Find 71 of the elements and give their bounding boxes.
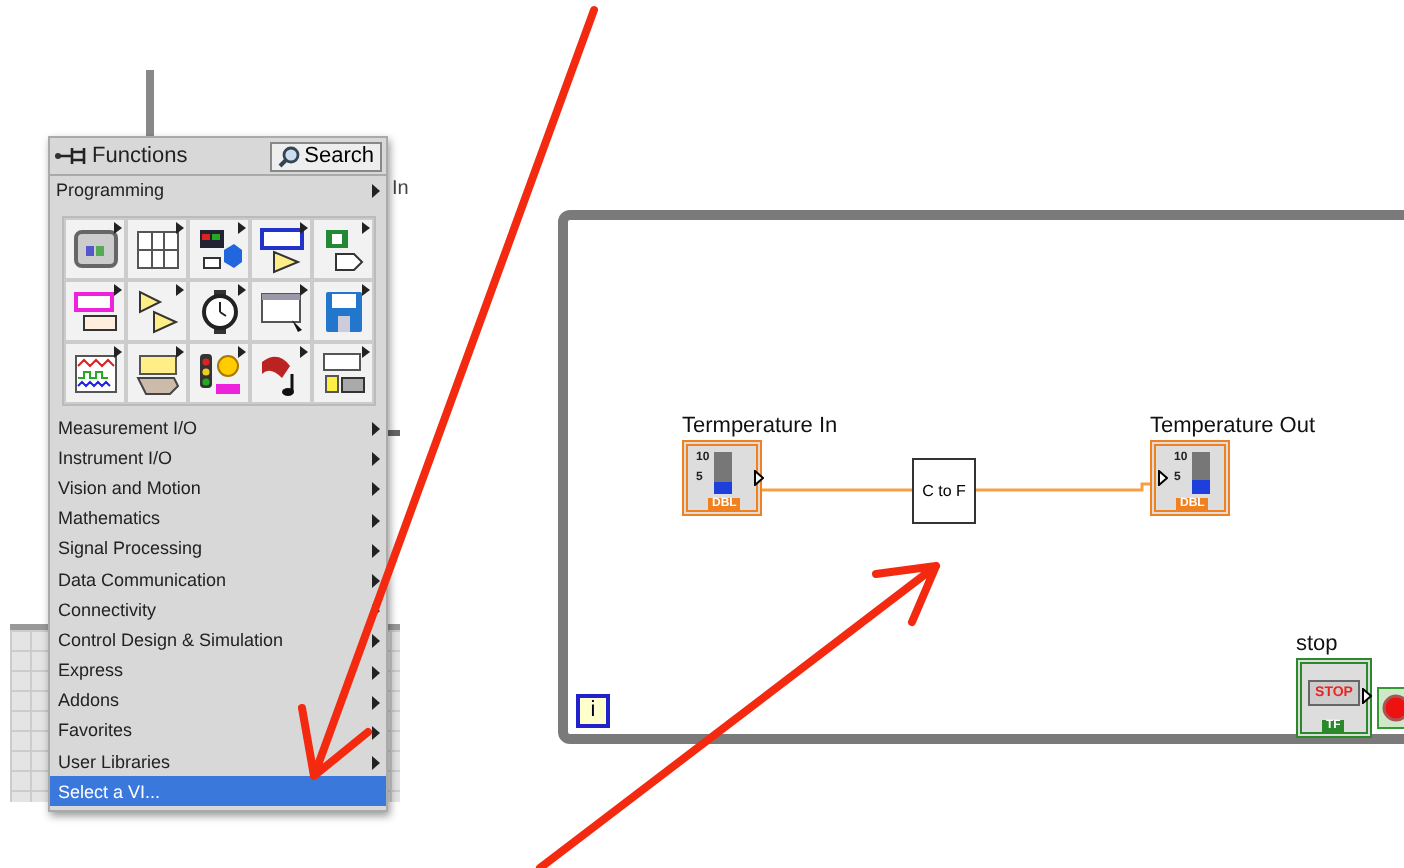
printer-icon	[319, 349, 367, 397]
terminal-label: Temperature Out	[1150, 414, 1316, 438]
grid-icon	[133, 225, 181, 273]
menu-item[interactable]: User Libraries	[50, 746, 386, 777]
menu-item[interactable]: Signal Processing	[50, 533, 386, 564]
caret-icon	[362, 284, 370, 296]
subvi-node[interactable]: C to F	[912, 458, 976, 524]
caret-icon	[176, 284, 184, 296]
caret-icon	[176, 346, 184, 358]
caret-icon	[362, 346, 370, 358]
triangle-icon	[1158, 470, 1168, 486]
menu-item[interactable]: Connectivity	[50, 594, 386, 625]
caret-icon	[114, 222, 122, 234]
frame-icon	[71, 225, 119, 273]
window-icon	[257, 287, 305, 335]
traffic-light-icon	[195, 349, 243, 397]
search-icon	[278, 145, 301, 167]
triangle-icon	[1362, 688, 1372, 704]
terminal-label: Termperature In	[682, 414, 838, 438]
menu-item[interactable]: Select a VI...	[50, 776, 386, 807]
caret-icon	[372, 184, 380, 198]
search-button[interactable]: Search	[270, 141, 382, 171]
palette-tile[interactable]	[126, 218, 188, 280]
stop-condition-icon	[1376, 686, 1404, 730]
menu-item[interactable]: Measurement I/O	[50, 412, 386, 443]
menu-item[interactable]: Favorites	[50, 715, 386, 747]
menu-item[interactable]: Addons	[50, 685, 386, 716]
palette-tile[interactable]	[126, 342, 188, 404]
caret-icon	[238, 222, 246, 234]
tank-gauge	[713, 452, 732, 494]
palette-tile[interactable]	[188, 218, 250, 280]
palette-tile[interactable]	[312, 218, 374, 280]
caret-icon	[300, 346, 308, 358]
caret-icon	[176, 222, 184, 234]
menu-item[interactable]: Control Design & Simulation	[50, 624, 386, 655]
menu-item[interactable]: Mathematics	[50, 503, 386, 534]
caret-icon	[114, 284, 122, 296]
string-icon	[71, 287, 119, 335]
palette-tile[interactable]	[126, 280, 188, 342]
palette-tile[interactable]	[250, 280, 312, 342]
palette-tile[interactable]	[188, 342, 250, 404]
category-header[interactable]: Programming	[50, 176, 386, 208]
blocks-icon	[195, 225, 243, 273]
palette-tile[interactable]	[64, 218, 126, 280]
menu-item[interactable]: Data Communication	[50, 563, 386, 595]
triangle-icon	[133, 287, 181, 335]
palette-tile[interactable]	[188, 280, 250, 342]
palette-tile[interactable]	[312, 342, 374, 404]
terminal-label: stop	[1296, 632, 1338, 656]
triangle-icon	[754, 470, 764, 486]
caret-icon	[300, 284, 308, 296]
palette-title: Functions	[92, 144, 190, 168]
menu-item[interactable]: Vision and Motion	[50, 472, 386, 504]
caret-icon	[114, 346, 122, 358]
label-fragment: In	[392, 178, 409, 200]
palette-tile[interactable]	[250, 342, 312, 404]
caret-icon	[238, 284, 246, 296]
menu-item[interactable]: Instrument I/O	[50, 442, 386, 473]
waveform-icon	[71, 349, 119, 397]
caret-icon	[238, 346, 246, 358]
number-icon	[257, 225, 305, 273]
palette-tile[interactable]	[250, 218, 312, 280]
pin-icon	[54, 146, 90, 166]
palette-tile[interactable]	[64, 280, 126, 342]
caret-icon	[300, 222, 308, 234]
caret-icon	[362, 222, 370, 234]
palette-tile[interactable]	[64, 342, 126, 404]
tank-gauge	[1191, 452, 1210, 494]
iteration-terminal: i	[576, 694, 610, 728]
menu-item[interactable]: Express	[50, 655, 386, 686]
palette-tile[interactable]	[312, 280, 374, 342]
